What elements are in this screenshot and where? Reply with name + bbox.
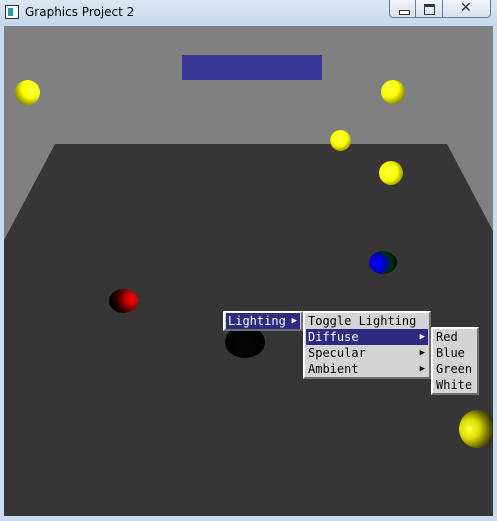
submenu-arrow-icon: ▶ xyxy=(419,332,425,342)
menu-item-blue[interactable]: Blue xyxy=(434,345,476,361)
menu-item-label: Lighting xyxy=(228,314,286,328)
window-title: Graphics Project 2 xyxy=(25,5,135,19)
colored-sphere xyxy=(369,251,397,274)
menu-item-label: Red xyxy=(436,330,458,344)
menu-item-ambient[interactable]: Ambient ▶ xyxy=(306,361,428,377)
menu-item-toggle-lighting[interactable]: Toggle Lighting xyxy=(306,313,428,329)
title-bar[interactable]: Graphics Project 2 ✕ xyxy=(0,0,497,26)
menu-item-diffuse[interactable]: Diffuse ▶ xyxy=(306,329,428,345)
red-sphere xyxy=(109,289,138,313)
minimize-button[interactable] xyxy=(389,0,416,18)
yellow-sphere xyxy=(381,80,405,104)
menu-item-label: Ambient xyxy=(308,362,359,376)
app-window: Graphics Project 2 ✕ Lighting ▶ Toggle L… xyxy=(0,0,497,521)
context-menu-diffuse: Red Blue Green White xyxy=(431,327,479,395)
maximize-button[interactable] xyxy=(416,0,443,18)
menu-item-specular[interactable]: Specular ▶ xyxy=(306,345,428,361)
menu-item-label: Blue xyxy=(436,346,465,360)
blue-rectangle xyxy=(182,55,322,80)
menu-item-lighting[interactable]: Lighting ▶ xyxy=(226,313,300,329)
yellow-sphere xyxy=(459,410,493,448)
menu-item-label: Green xyxy=(436,362,473,376)
minimize-icon xyxy=(399,10,410,15)
context-menu-lighting: Toggle Lighting Diffuse ▶ Specular ▶ Amb… xyxy=(303,311,431,379)
close-button[interactable]: ✕ xyxy=(443,0,491,18)
close-icon: ✕ xyxy=(460,0,472,16)
yellow-sphere xyxy=(15,80,40,105)
window-controls: ✕ xyxy=(389,0,491,18)
submenu-arrow-icon: ▶ xyxy=(291,316,297,326)
menu-item-label: Toggle Lighting xyxy=(308,314,417,328)
menu-item-label: Specular xyxy=(308,346,366,360)
menu-item-label: White xyxy=(436,378,473,392)
scene-floor xyxy=(4,144,493,516)
opengl-canvas[interactable]: Lighting ▶ Toggle Lighting Diffuse ▶ Spe… xyxy=(4,26,493,516)
yellow-sphere xyxy=(379,161,403,185)
submenu-arrow-icon: ▶ xyxy=(419,348,425,358)
app-icon[interactable] xyxy=(5,5,19,19)
context-menu-root: Lighting ▶ xyxy=(223,311,303,331)
maximize-icon xyxy=(424,4,435,15)
yellow-sphere xyxy=(330,130,351,151)
menu-item-label: Diffuse xyxy=(308,330,359,344)
menu-item-green[interactable]: Green xyxy=(434,361,476,377)
menu-item-white[interactable]: White xyxy=(434,377,476,393)
submenu-arrow-icon: ▶ xyxy=(419,364,425,374)
menu-item-red[interactable]: Red xyxy=(434,329,476,345)
